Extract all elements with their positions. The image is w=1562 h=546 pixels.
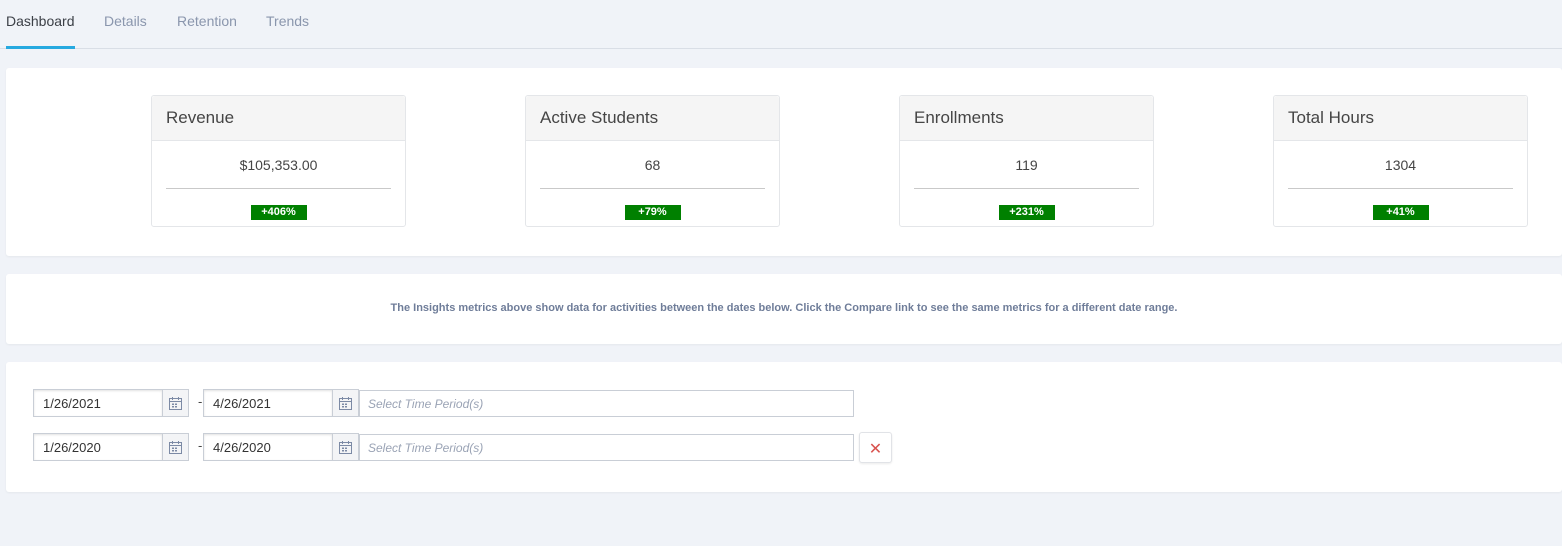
range-separator: - xyxy=(198,394,203,409)
tab-retention[interactable]: Retention xyxy=(177,0,237,48)
date-ranges-panel: - xyxy=(6,362,1562,492)
metric-change-badge: +231% xyxy=(998,205,1055,220)
metric-change-badge: +406% xyxy=(250,205,307,220)
calendar-icon xyxy=(169,397,182,410)
calendar-button[interactable] xyxy=(333,389,359,417)
metric-card-revenue: Revenue $105,353.00 +406% xyxy=(151,95,406,227)
metric-change-badge: +79% xyxy=(624,205,681,220)
calendar-button[interactable] xyxy=(163,433,189,461)
metric-card-active-students: Active Students 68 +79% xyxy=(525,95,780,227)
metric-divider xyxy=(914,188,1139,189)
metric-change-badge: +41% xyxy=(1372,205,1429,220)
start-date-input[interactable] xyxy=(33,433,163,461)
tab-bar: Dashboard Details Retention Trends xyxy=(0,0,1562,49)
tab-dashboard[interactable]: Dashboard xyxy=(6,0,75,49)
metric-title: Revenue xyxy=(152,96,405,141)
metric-title: Active Students xyxy=(526,96,779,141)
start-date-group xyxy=(33,389,189,417)
metrics-panel: Revenue $105,353.00 +406% Active Student… xyxy=(6,68,1562,256)
calendar-icon xyxy=(169,441,182,454)
calendar-icon xyxy=(339,397,352,410)
metric-card-total-hours: Total Hours 1304 +41% xyxy=(1273,95,1528,227)
time-period-select[interactable] xyxy=(359,434,854,461)
start-date-group xyxy=(33,433,189,461)
calendar-button[interactable] xyxy=(163,389,189,417)
metric-divider xyxy=(540,188,765,189)
metric-divider xyxy=(166,188,391,189)
close-icon: ✕ xyxy=(868,441,883,458)
remove-range-button[interactable]: ✕ xyxy=(859,432,892,463)
start-date-input[interactable] xyxy=(33,389,163,417)
metric-title: Enrollments xyxy=(900,96,1153,141)
tab-trends[interactable]: Trends xyxy=(266,0,309,48)
end-date-group xyxy=(203,389,359,417)
metric-title: Total Hours xyxy=(1274,96,1527,141)
tab-details[interactable]: Details xyxy=(104,0,147,48)
metric-card-enrollments: Enrollments 119 +231% xyxy=(899,95,1154,227)
end-date-input[interactable] xyxy=(203,389,333,417)
calendar-icon xyxy=(339,441,352,454)
info-panel: The Insights metrics above show data for… xyxy=(6,274,1562,344)
metric-value: 1304 xyxy=(1384,157,1417,173)
date-range-row: - ✕ xyxy=(33,432,913,463)
metric-value: 119 xyxy=(1015,157,1038,173)
metric-value: $105,353.00 xyxy=(239,157,318,173)
range-separator: - xyxy=(198,438,203,453)
calendar-button[interactable] xyxy=(333,433,359,461)
time-period-select[interactable] xyxy=(359,390,854,417)
end-date-input[interactable] xyxy=(203,433,333,461)
metric-value: 68 xyxy=(644,157,661,173)
end-date-group xyxy=(203,433,359,461)
info-text: The Insights metrics above show data for… xyxy=(390,302,1178,314)
metric-divider xyxy=(1288,188,1513,189)
date-range-row: - xyxy=(33,389,913,417)
